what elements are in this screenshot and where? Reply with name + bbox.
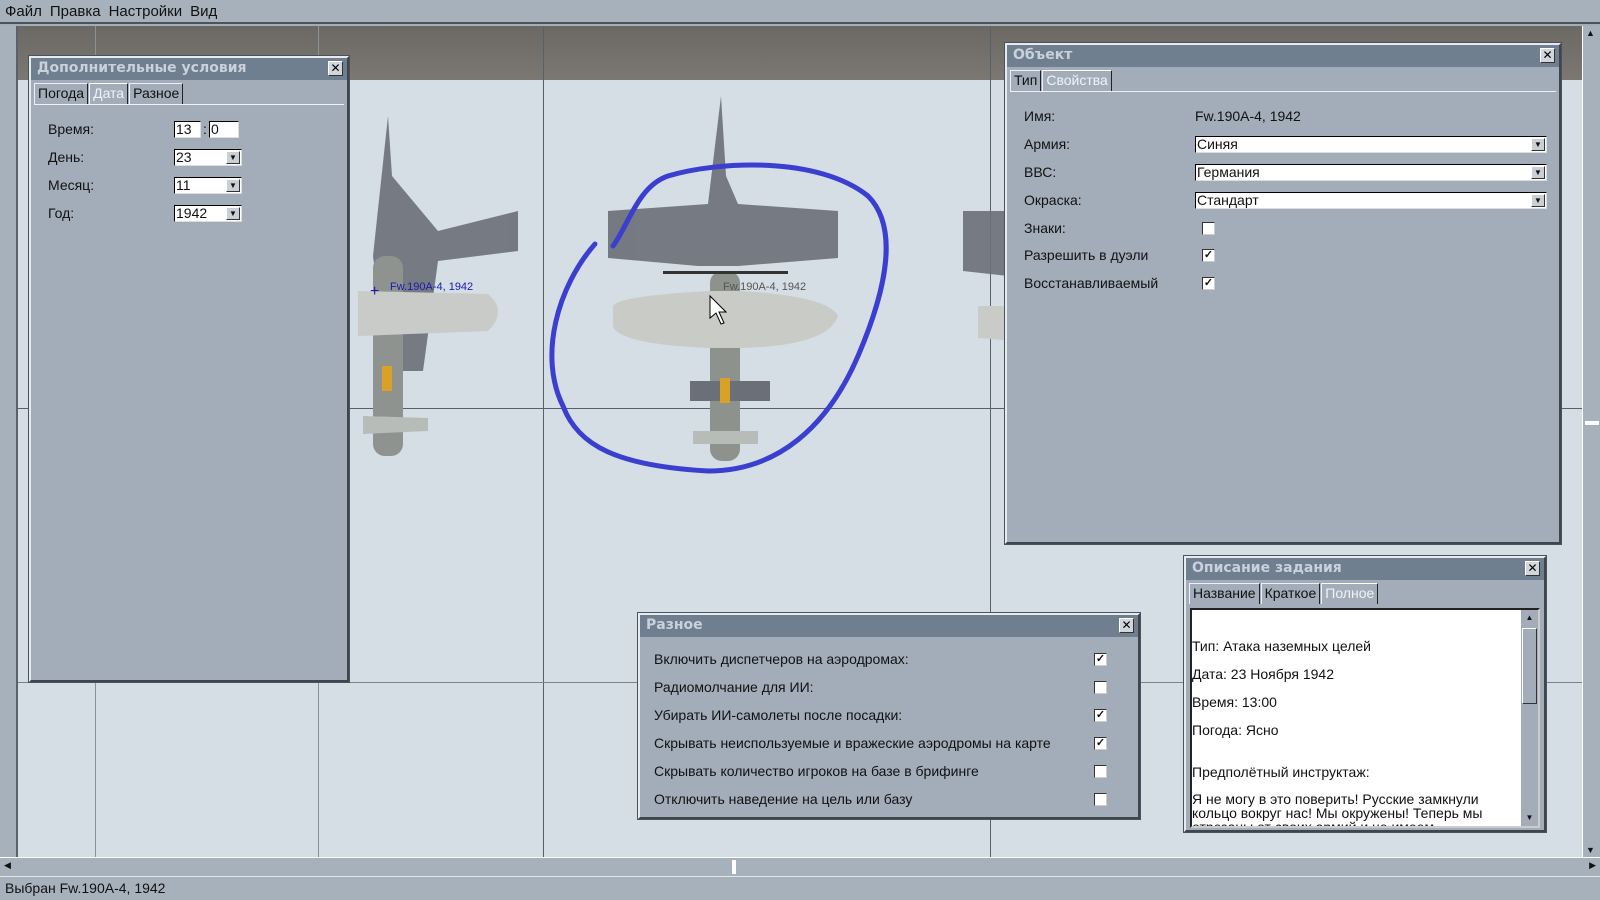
vertical-scrollbar[interactable]: ▲ ▼ <box>1582 26 1600 857</box>
minute-input[interactable]: 0 <box>209 121 239 138</box>
close-icon[interactable]: ✕ <box>1119 618 1134 633</box>
day-select[interactable]: 23 ▼ <box>174 149 242 166</box>
time-label: Время: <box>48 121 95 137</box>
chevron-down-icon: ▼ <box>1531 138 1545 151</box>
misc-option-row: Скрывать количество игроков на базе в бр… <box>654 763 1114 781</box>
army-label: Армия: <box>1024 136 1071 152</box>
tab-short[interactable]: Краткое <box>1260 583 1321 604</box>
scroll-down-icon: ▼ <box>1586 845 1595 855</box>
chevron-down-icon: ▼ <box>1531 194 1545 207</box>
misc-option-row: Скрывать неиспользуемые и вражеские аэро… <box>654 735 1114 753</box>
misc-option-checkbox[interactable] <box>1094 793 1107 806</box>
year-label: Год: <box>48 205 75 221</box>
name-label: Имя: <box>1024 108 1056 124</box>
menu-file[interactable]: Файл <box>5 3 42 20</box>
close-icon[interactable]: ✕ <box>1540 48 1555 63</box>
scroll-right-icon: ▶ <box>1589 860 1596 870</box>
plane-label-left: Fw.190A-4, 1942 <box>390 281 473 293</box>
duel-label: Разрешить в дуэли <box>1024 247 1149 263</box>
airforce-label: ВВС: <box>1024 164 1057 180</box>
scroll-left-icon: ◀ <box>4 860 11 870</box>
misc-panel: Разное ✕ Включить диспетчеров на аэродром… <box>638 613 1140 819</box>
misc-option-label: Убирать ИИ-самолеты после посадки: <box>654 707 903 723</box>
misc-option-row: Радиомолчание для ИИ: <box>654 679 1114 697</box>
scroll-up-icon: ▲ <box>1525 613 1534 622</box>
restorable-checkbox[interactable]: ✓ <box>1202 277 1215 290</box>
misc-option-row: Убирать ИИ-самолеты после посадки: ✓ <box>654 707 1114 725</box>
status-bar: Выбран Fw.190A-4, 1942 <box>0 876 1600 900</box>
chevron-down-icon: ▼ <box>226 207 240 220</box>
markings-label: Знаки: <box>1024 220 1066 236</box>
menu-view[interactable]: Вид <box>190 3 217 20</box>
month-select[interactable]: 11 ▼ <box>174 177 242 194</box>
misc-option-checkbox[interactable] <box>1094 765 1107 778</box>
description-textarea[interactable]: Тип: Атака наземных целей Дата: 23 Ноябр… <box>1190 608 1540 828</box>
tab-type[interactable]: Тип <box>1010 70 1042 91</box>
plane-label-selected: Fw.190A-4, 1942 <box>723 281 806 293</box>
army-select[interactable]: Синяя ▼ <box>1195 136 1547 153</box>
panel-title[interactable]: Разное ✕ <box>640 615 1138 637</box>
year-select[interactable]: 1942 ▼ <box>174 205 242 222</box>
misc-option-label: Скрывать неиспользуемые и вражеские аэро… <box>654 735 1051 751</box>
menu-bar: Файл Правка Настройки Вид <box>0 0 1600 24</box>
menu-edit[interactable]: Правка <box>50 3 101 20</box>
close-icon[interactable]: ✕ <box>1525 561 1540 576</box>
tab-date[interactable]: Дата <box>89 83 129 104</box>
panel-title[interactable]: Дополнительные условия ✕ <box>31 58 347 80</box>
panel-title[interactable]: Объект ✕ <box>1007 45 1559 67</box>
misc-option-checkbox[interactable]: ✓ <box>1094 737 1107 750</box>
duel-checkbox[interactable]: ✓ <box>1202 249 1215 262</box>
scroll-thumb[interactable] <box>1585 421 1599 425</box>
blue-cross-icon: + <box>370 283 379 300</box>
hour-input[interactable]: 13 <box>174 121 201 138</box>
conditions-panel: Дополнительные условия ✕ Погода Дата Разн… <box>29 56 349 682</box>
description-scrollbar[interactable]: ▲ ▼ <box>1521 610 1538 826</box>
misc-option-label: Включить диспетчеров на аэродромах: <box>654 651 909 667</box>
airforce-select[interactable]: Германия ▼ <box>1195 164 1547 181</box>
restorable-label: Восстанавливаемый <box>1024 275 1159 291</box>
misc-option-checkbox[interactable] <box>1094 681 1107 694</box>
tab-weather[interactable]: Погода <box>34 83 89 104</box>
tab-name[interactable]: Название <box>1189 583 1260 604</box>
panel-title[interactable]: Описание задания ✕ <box>1186 558 1544 580</box>
scroll-up-icon: ▲ <box>1586 28 1595 38</box>
misc-option-row: Отключить наведение на цель или базу <box>654 791 1114 809</box>
misc-option-checkbox[interactable]: ✓ <box>1094 653 1107 666</box>
scroll-down-icon: ▼ <box>1525 813 1534 822</box>
tab-misc[interactable]: Разное <box>129 83 184 104</box>
object-panel: Объект ✕ Тип Свойства Имя: Fw.190A-4, 194… <box>1005 43 1561 544</box>
close-icon[interactable]: ✕ <box>328 61 343 76</box>
name-value: Fw.190A-4, 1942 <box>1195 108 1301 124</box>
misc-option-label: Радиомолчание для ИИ: <box>654 679 814 695</box>
skin-label: Окраска: <box>1024 192 1082 208</box>
chevron-down-icon: ▼ <box>226 151 240 164</box>
h-scroll-thumb[interactable] <box>732 860 736 874</box>
scroll-thumb[interactable] <box>1522 628 1537 704</box>
horizontal-scrollbar[interactable]: ◀ ▶ <box>0 857 1600 876</box>
tab-full[interactable]: Полное <box>1321 583 1379 604</box>
day-label: День: <box>48 149 85 165</box>
misc-option-row: Включить диспетчеров на аэродромах: ✓ <box>654 651 1114 669</box>
misc-option-label: Скрывать количество игроков на базе в бр… <box>654 763 979 779</box>
tab-properties[interactable]: Свойства <box>1042 70 1112 91</box>
misc-option-label: Отключить наведение на цель или базу <box>654 791 913 807</box>
left-edge <box>0 26 18 857</box>
misc-option-checkbox[interactable]: ✓ <box>1094 709 1107 722</box>
markings-checkbox[interactable] <box>1202 222 1215 235</box>
menu-settings[interactable]: Настройки <box>109 3 183 20</box>
month-label: Месяц: <box>48 177 95 193</box>
description-panel: Описание задания ✕ Название Краткое Полно… <box>1184 556 1546 832</box>
skin-select[interactable]: Стандарт ▼ <box>1195 192 1547 209</box>
chevron-down-icon: ▼ <box>226 179 240 192</box>
chevron-down-icon: ▼ <box>1531 166 1545 179</box>
